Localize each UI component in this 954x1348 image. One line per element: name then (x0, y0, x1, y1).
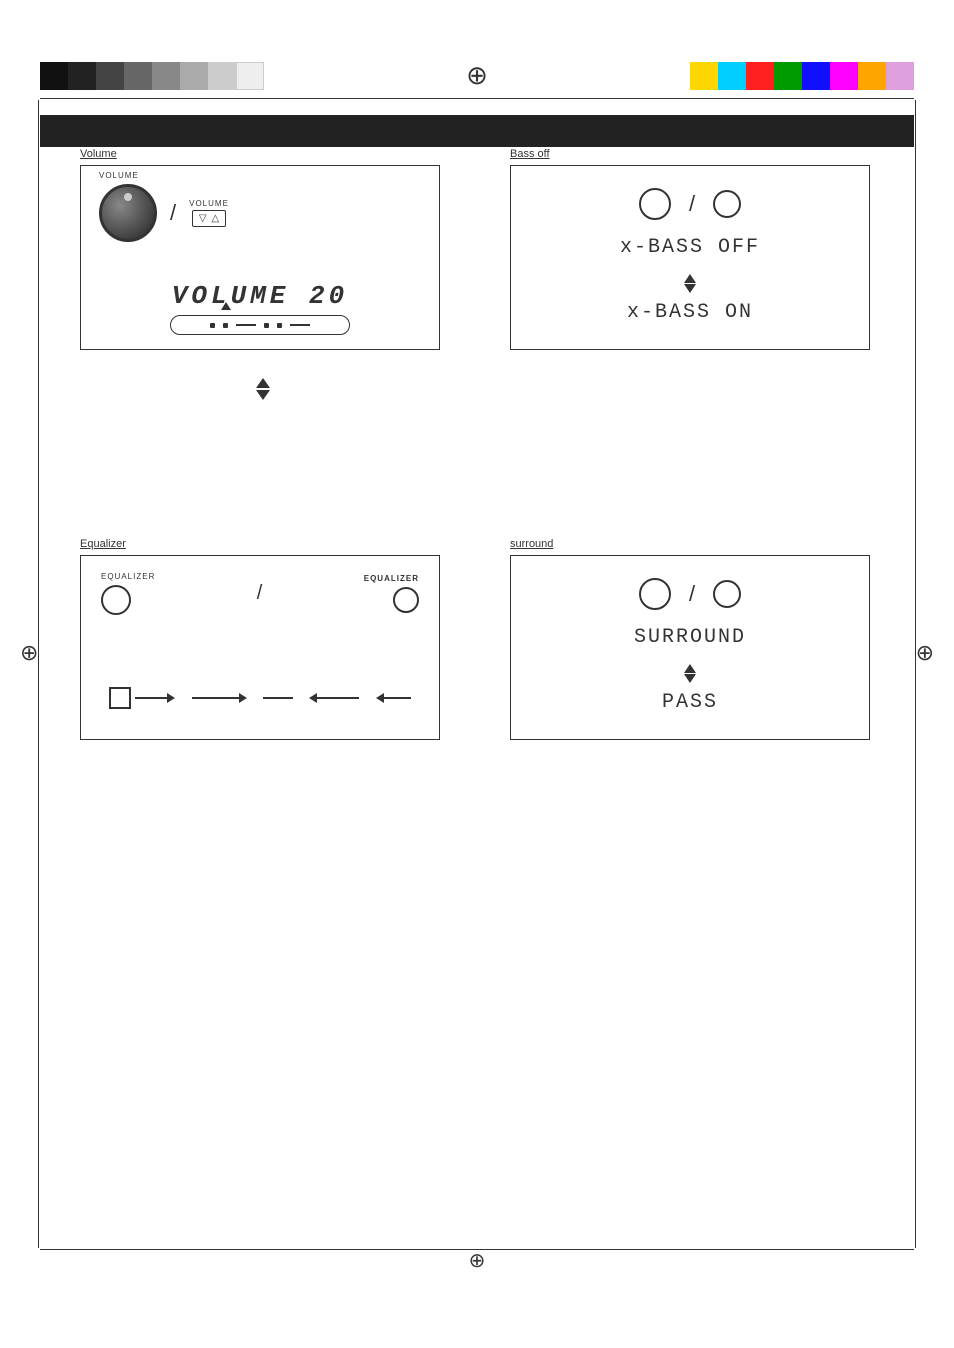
knob-label: VOLUME (99, 171, 139, 180)
bar-indicator-arrow (221, 302, 231, 310)
bass-arrow (684, 274, 696, 293)
right-margin-line (915, 100, 916, 1248)
surround-circle-filled (713, 580, 741, 608)
panel-bottom-left-label: Equalizer (80, 538, 126, 550)
panel-surround: / SURROUND PASS (510, 555, 870, 740)
bass-on-text: x-BASS ON (511, 301, 869, 324)
eq-label-right: EQUALIZER (364, 574, 419, 583)
color-bar-plum (886, 62, 914, 90)
color-bar-orange (858, 62, 886, 90)
left-reg-mark-icon: ⊕ (20, 640, 38, 666)
eq-arrow-right-1 (135, 694, 175, 702)
color-bar-red (746, 62, 774, 90)
surround-text: SURROUND (511, 626, 869, 649)
panel-top-left-label: Volume (80, 148, 117, 160)
nav-down-arrow-icon[interactable] (256, 390, 270, 400)
bar-line-1 (236, 324, 256, 326)
bar-4 (124, 62, 152, 90)
bar-6 (180, 62, 208, 90)
volume-text: VOLUME 20 (101, 281, 419, 311)
bar-3 (96, 62, 124, 90)
right-reg-mark-icon: ⊕ (916, 640, 934, 666)
left-margin-line (38, 100, 39, 1248)
vol-up-icon[interactable]: △ (212, 213, 220, 224)
bar-1 (40, 62, 68, 90)
surround-arrow (684, 664, 696, 683)
vol-down-icon[interactable]: ▽ (199, 213, 207, 224)
panel-bottom-right-label: surround (510, 538, 553, 550)
bar-5 (152, 62, 180, 90)
nav-up-arrow-icon[interactable] (256, 378, 270, 388)
eq-box-1 (109, 687, 131, 709)
bar-tick-2 (223, 323, 228, 328)
eq-circle-open (101, 585, 131, 615)
bass-circle-row: / (511, 188, 869, 220)
bass-arrow-up-icon (684, 274, 696, 283)
bass-slash-icon: / (689, 191, 695, 217)
bar-2 (68, 62, 96, 90)
center-crosshair-icon: ⊕ (466, 60, 488, 91)
color-bar-green (774, 62, 802, 90)
panel-equalizer: EQUALIZER / EQUALIZER (80, 555, 440, 740)
surround-slash-icon: / (689, 581, 695, 607)
surround-circle-row: / (511, 578, 869, 610)
eq-arrow-left-2 (376, 694, 411, 702)
eq-circle-filled (393, 587, 419, 613)
color-bar-cyan (718, 62, 746, 90)
slash-icon: / (170, 200, 176, 226)
top-horizontal-line (40, 98, 914, 99)
panel-top-right-label: Bass off (510, 148, 550, 160)
bar-line-2 (290, 324, 310, 326)
eq-arrow-left-1 (309, 694, 359, 702)
eq-line (263, 697, 293, 699)
black-bars (40, 62, 264, 90)
pass-text: PASS (511, 691, 869, 714)
volume-display-area: VOLUME 20 (101, 281, 419, 311)
surround-arrow-down-icon (684, 674, 696, 683)
bar-8 (236, 62, 264, 90)
volume-knob[interactable] (99, 184, 157, 242)
bar-tick-3 (264, 323, 269, 328)
surround-circle-open (639, 578, 671, 610)
bottom-crosshair-icon: ⊕ (469, 1248, 486, 1273)
color-bar-magenta (830, 62, 858, 90)
bass-circle-open (639, 188, 671, 220)
eq-arrows-area (101, 687, 419, 709)
bass-arrow-down-icon (684, 284, 696, 293)
eq-header-row: EQUALIZER / EQUALIZER (101, 572, 419, 615)
surround-arrow-up-icon (684, 664, 696, 673)
knob-indicator (124, 193, 132, 201)
eq-label-left: EQUALIZER (101, 572, 155, 581)
header-band (40, 115, 914, 147)
color-bar-yellow (690, 62, 718, 90)
bar-tick-1 (210, 323, 215, 328)
nav-arrows (256, 378, 270, 400)
color-bar-blue (802, 62, 830, 90)
bar-7 (208, 62, 236, 90)
bass-circle-filled (713, 190, 741, 218)
bass-off-text: x-BASS OFF (511, 236, 869, 259)
bar-tick-4 (277, 323, 282, 328)
panel-volume: VOLUME / VOLUME ▽ △ VOLUME 20 (80, 165, 440, 350)
eq-slash-icon: / (257, 582, 263, 605)
panel-bass: / x-BASS OFF x-BASS ON (510, 165, 870, 350)
color-bars (690, 62, 914, 90)
top-bar-section: ⊕ (0, 60, 954, 91)
vol-btn-label: VOLUME (189, 199, 229, 208)
